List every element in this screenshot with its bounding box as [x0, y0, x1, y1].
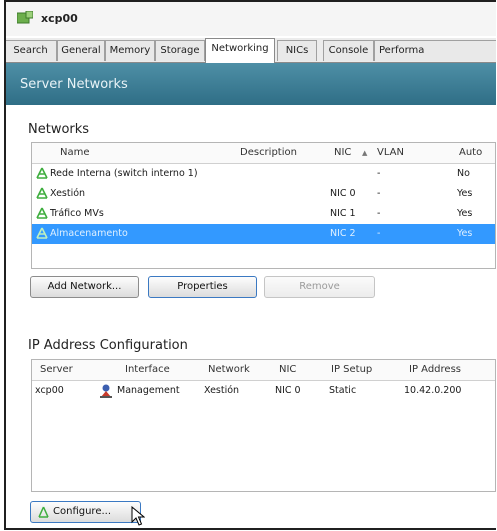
networks-heading: Networks [28, 122, 90, 137]
add-network-button[interactable]: Add Network... [30, 276, 139, 298]
configure-button[interactable]: Configure... [30, 501, 141, 523]
network-icon [36, 167, 48, 179]
col-ip-address[interactable]: IP Address [409, 364, 461, 375]
network-nic: NIC 2 [330, 228, 356, 239]
network-name: Rede Interna (switch interno 1) [50, 168, 198, 179]
tab-nics[interactable]: NICs [277, 40, 317, 61]
tab-general[interactable]: General [57, 40, 105, 61]
remove-button[interactable]: Remove [264, 276, 375, 298]
ip-network: Xestión [204, 385, 240, 396]
ip-config-grid-header: Server Interface Network NIC IP Setup IP… [32, 360, 495, 381]
tab-memory[interactable]: Memory [105, 40, 155, 61]
ip-address: 10.42.0.200 [404, 385, 462, 396]
network-auto: No [457, 168, 470, 179]
ip-config-grid: Server Interface Network NIC IP Setup IP… [31, 359, 496, 492]
networks-grid-header: Name Description NIC ▲ VLAN Auto [32, 143, 495, 164]
col-nic[interactable]: NIC [279, 364, 296, 375]
server-icon [17, 11, 33, 24]
ip-server: xcp00 [35, 385, 64, 396]
management-interface-icon [100, 384, 112, 398]
configure-network-icon [38, 506, 49, 518]
network-vlan: - [377, 168, 381, 179]
network-icon [36, 227, 48, 239]
col-vlan[interactable]: VLAN [377, 147, 404, 158]
mouse-pointer-icon [131, 506, 145, 526]
network-row[interactable]: Tráfico MVs NIC 1 - Yes [32, 204, 495, 224]
tab-performance[interactable]: Performa [374, 40, 496, 61]
tab-console[interactable]: Console [323, 40, 374, 61]
network-row[interactable]: Xestión NIC 0 - Yes [32, 184, 495, 204]
network-nic: NIC 0 [330, 188, 356, 199]
title-bar: xcp00 [6, 2, 496, 36]
col-nic[interactable]: NIC [334, 147, 351, 158]
networks-grid: Name Description NIC ▲ VLAN Auto Rede In… [31, 142, 496, 269]
tab-networking[interactable]: Networking [205, 38, 275, 63]
col-server[interactable]: Server [40, 364, 73, 375]
network-auto: Yes [457, 228, 473, 239]
col-description[interactable]: Description [240, 147, 297, 158]
network-nic: NIC 1 [330, 208, 356, 219]
ip-nic: NIC 0 [275, 385, 301, 396]
network-auto: Yes [457, 208, 473, 219]
tab-strip: Search General Memory Storage Networking… [6, 38, 496, 63]
banner-title: Server Networks [20, 77, 128, 92]
col-ip-setup[interactable]: IP Setup [331, 364, 372, 375]
network-vlan: - [377, 208, 381, 219]
network-auto: Yes [457, 188, 473, 199]
sort-ascending-icon: ▲ [362, 149, 368, 157]
tab-storage[interactable]: Storage [155, 40, 205, 61]
network-row[interactable]: Rede Interna (switch interno 1) - No [32, 164, 495, 184]
ip-interface: Management [117, 385, 180, 396]
col-name[interactable]: Name [60, 147, 90, 158]
network-name: Almacenamento [50, 228, 128, 239]
tab-search[interactable]: Search [6, 40, 57, 61]
server-window: xcp00 Search General Memory Storage Netw… [4, 0, 496, 530]
col-interface[interactable]: Interface [125, 364, 170, 375]
network-name: Xestión [50, 188, 86, 199]
network-icon [36, 187, 48, 199]
properties-button[interactable]: Properties [148, 276, 257, 298]
ip-config-row[interactable]: xcp00 Management Xestión NIC 0 Static 10… [32, 381, 495, 401]
ip-setup: Static [329, 385, 357, 396]
network-vlan: - [377, 188, 381, 199]
ip-config-heading: IP Address Configuration [28, 338, 188, 353]
network-name: Tráfico MVs [50, 208, 104, 219]
network-vlan: - [377, 228, 381, 239]
configure-label: Configure... [53, 506, 112, 517]
server-networks-banner: Server Networks [6, 63, 496, 105]
window-title: xcp00 [41, 12, 78, 25]
col-auto[interactable]: Auto [459, 147, 482, 158]
col-network[interactable]: Network [208, 364, 250, 375]
network-row-selected[interactable]: Almacenamento NIC 2 - Yes [32, 224, 495, 244]
network-icon [36, 207, 48, 219]
